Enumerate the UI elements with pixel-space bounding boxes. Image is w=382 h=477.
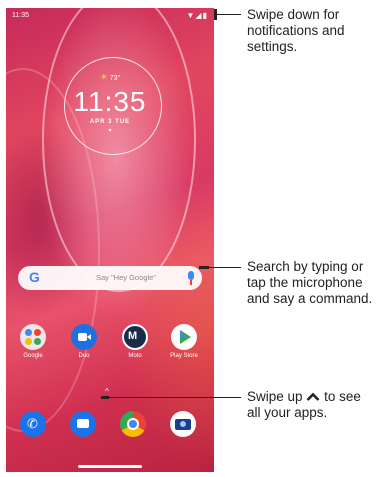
app-label: Play Store <box>170 353 198 359</box>
phone-home-screen: 11:35 ▼◢▮ ☀ 73° 11:35 APR 3 TUE ▾ G Say … <box>6 8 214 472</box>
phone-icon[interactable]: ✆ <box>20 411 46 437</box>
callout-swipe-up: Swipe up to see all your apps. <box>247 389 361 420</box>
app-drawer-caret[interactable]: ^ <box>105 387 109 396</box>
callout-notifications: Swipe down for notifications and setting… <box>247 7 345 54</box>
callout-line <box>217 14 241 15</box>
callout-line <box>109 397 241 398</box>
app-google-folder[interactable]: Google <box>13 324 53 359</box>
status-icons: ▼◢▮ <box>186 11 208 20</box>
microphone-icon[interactable] <box>188 271 194 285</box>
clock-time[interactable]: 11:35 <box>6 86 214 118</box>
app-label: Moto <box>128 353 142 359</box>
clock-expand-icon[interactable]: ▾ <box>6 127 214 134</box>
app-play-store[interactable]: Play Store <box>164 324 204 359</box>
duo-icon <box>71 324 97 350</box>
google-folder-icon <box>20 324 46 350</box>
status-time: 11:35 <box>12 12 29 19</box>
clock-date: APR 3 TUE <box>89 119 131 125</box>
callout-marker <box>199 266 209 269</box>
chrome-icon[interactable] <box>120 411 146 437</box>
callout-line <box>209 267 241 268</box>
messages-icon[interactable] <box>70 411 96 437</box>
app-duo[interactable]: Duo <box>64 324 104 359</box>
chevron-up-icon <box>306 389 320 401</box>
gesture-nav-pill[interactable] <box>78 465 142 468</box>
camera-icon[interactable] <box>170 411 196 437</box>
temperature: 73° <box>109 75 121 82</box>
app-label: Google <box>23 353 43 359</box>
app-moto[interactable]: M Moto <box>115 324 155 359</box>
callout-marker <box>101 396 109 399</box>
play-store-icon <box>171 324 197 350</box>
app-label: Duo <box>78 353 90 359</box>
google-g-icon: G <box>29 269 40 285</box>
google-search-bar[interactable]: G Say "Hey Google" <box>18 266 202 290</box>
moto-icon: M <box>122 324 148 350</box>
callout-search: Search by typing or tap the microphone a… <box>247 259 373 306</box>
search-hint: Say "Hey Google" <box>96 273 156 282</box>
weather-readout[interactable]: ☀ 73° <box>6 72 214 83</box>
sun-icon: ☀ <box>99 72 108 82</box>
